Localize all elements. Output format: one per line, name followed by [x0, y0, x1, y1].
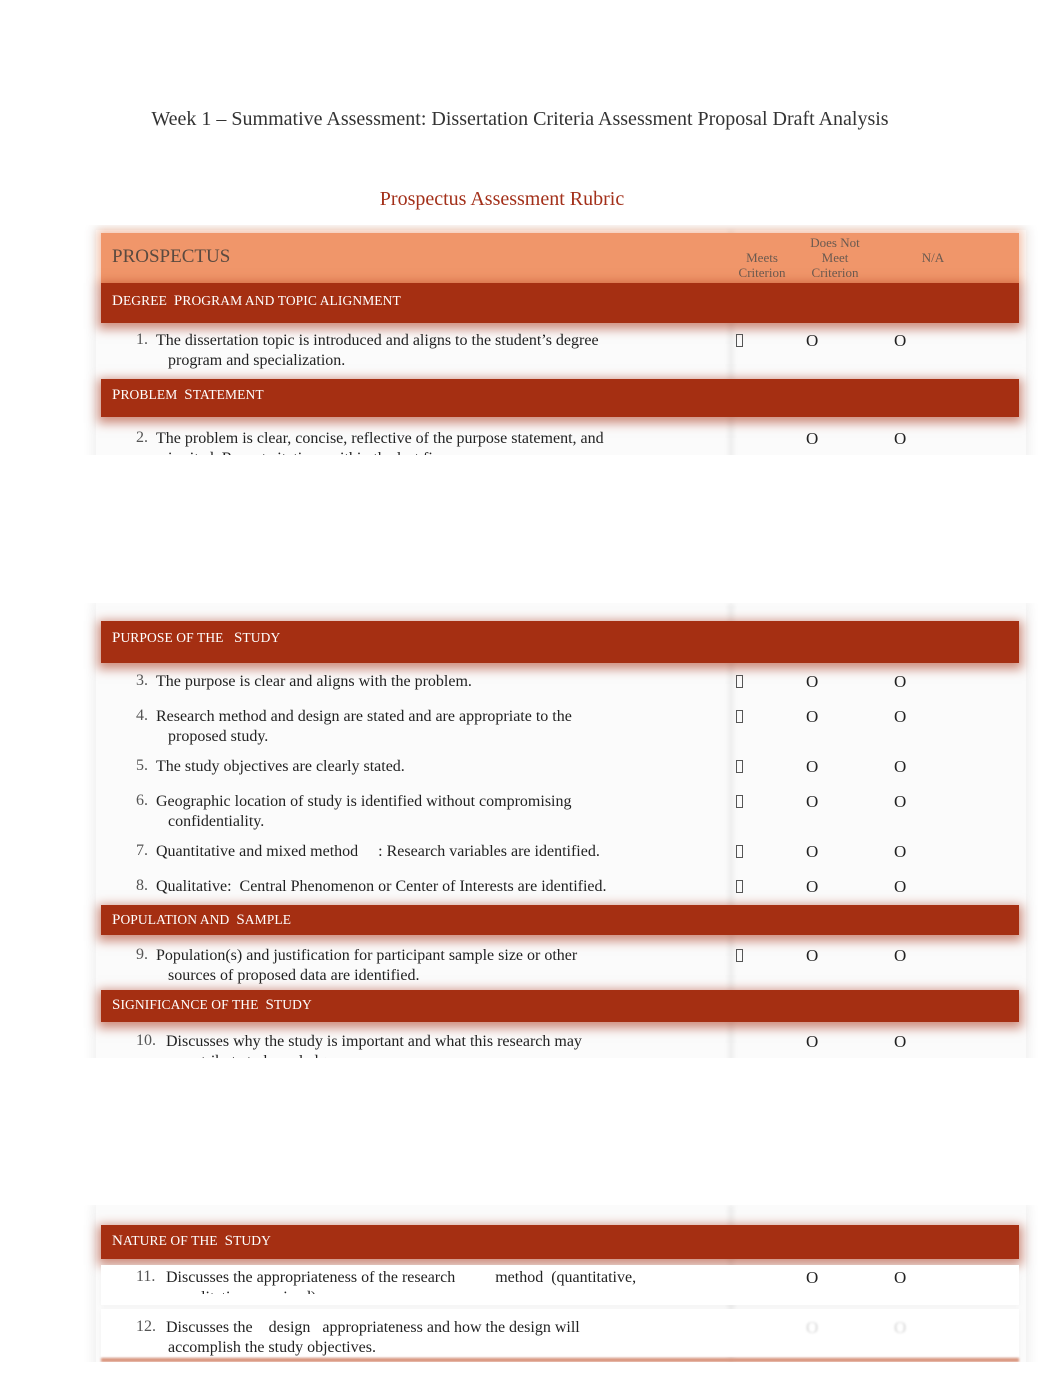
does-not-meet-radio[interactable]: O [806, 429, 818, 449]
does-not-meet-radio[interactable]: O [806, 1318, 818, 1338]
does-not-meet-radio[interactable]: O [806, 946, 818, 966]
item-number: 10. [136, 1032, 156, 1049]
does-not-meet-radio[interactable]: O [806, 792, 818, 812]
meets-checkbox[interactable] [736, 880, 743, 893]
na-radio[interactable]: O [894, 757, 906, 777]
does-not-meet-radio[interactable]: O [806, 842, 818, 862]
section-label: PURPOSE OF THE STUDY [112, 630, 281, 646]
meets-checkbox[interactable] [736, 710, 743, 723]
section-nature-of-study: NATURE OF THE STUDY [101, 1225, 1019, 1259]
item-number: 1. [136, 331, 148, 348]
document-title: Week 1 – Summative Assessment: Dissertat… [151, 108, 889, 130]
item-number: 2. [136, 429, 148, 446]
na-radio[interactable]: O [894, 946, 906, 966]
item-number: 5. [136, 757, 148, 774]
item-text: The study objectives are clearly stated. [156, 758, 405, 775]
criterion-row-11: 11. Discusses the appropriateness of the… [0, 1268, 1062, 1294]
meets-checkbox[interactable] [736, 949, 743, 962]
item-text: Research method and design are stated an… [156, 708, 572, 745]
header-label: PROSPECTUS [112, 246, 231, 267]
does-not-meet-radio[interactable]: O [806, 1268, 818, 1288]
na-radio[interactable]: O [894, 1268, 906, 1288]
meets-checkbox[interactable] [736, 845, 743, 858]
item-text: Discusses the appropriateness of the res… [166, 1269, 637, 1294]
na-radio[interactable]: O [894, 877, 906, 897]
na-radio[interactable]: O [894, 792, 906, 812]
item-number: 6. [136, 792, 148, 809]
item-text: The dissertation topic is introduced and… [156, 332, 599, 369]
table-slice-2: PURPOSE OF THE STUDY 3. The purpose is c… [0, 603, 1062, 1058]
na-radio[interactable]: O [894, 1318, 906, 1338]
section-label: POPULATION AND SAMPLE [112, 912, 292, 928]
item-number: 4. [136, 707, 148, 724]
does-not-meet-radio[interactable]: O [806, 877, 818, 897]
item-text: The purpose is clear and aligns with the… [156, 673, 472, 690]
section-label: NATURE OF THE STUDY [112, 1233, 271, 1249]
table-slice-3: NATURE OF THE STUDY 11. Discusses the ap… [0, 1205, 1062, 1362]
meets-checkbox[interactable] [736, 334, 743, 347]
section-label: SIGNIFICANCE OF THE STUDY [112, 997, 312, 1013]
column-header-meets: Meets Criterion [731, 250, 793, 280]
section-label: PROBLEM STATEMENT [112, 387, 264, 403]
does-not-meet-radio[interactable]: O [806, 707, 818, 727]
column-header-line: Criterion [811, 265, 859, 280]
column-header-na: N/A [909, 250, 957, 265]
column-header-line: Meet [821, 250, 849, 265]
item-number: 7. [136, 842, 148, 859]
section-population-sample: POPULATION AND SAMPLE [101, 905, 1019, 935]
does-not-meet-radio[interactable]: O [806, 757, 818, 777]
does-not-meet-radio[interactable]: O [806, 672, 818, 692]
item-number: 12. [136, 1318, 156, 1335]
na-radio[interactable]: O [894, 707, 906, 727]
meets-checkbox[interactable] [736, 795, 743, 808]
section-purpose-of-study: PURPOSE OF THE STUDY [101, 621, 1019, 663]
column-header-line: N/A [921, 250, 945, 265]
column-header-line: Does Not [810, 235, 860, 250]
section-problem-statement: PROBLEM STATEMENT [101, 379, 1019, 417]
na-radio[interactable]: O [894, 672, 906, 692]
na-radio[interactable]: O [894, 331, 906, 351]
item-text: Discusses the design appropriateness and… [166, 1319, 580, 1356]
section-row-edge [101, 1358, 1019, 1362]
table-slice-1: PROSPECTUS Meets Criterion Does Not Meet… [0, 225, 1062, 455]
section-label: DEGREE PROGRAM AND TOPIC ALIGNMENT [112, 293, 401, 309]
na-radio[interactable]: O [894, 1032, 906, 1052]
meets-checkbox[interactable] [736, 675, 743, 688]
item-text: Geographic location of study is identifi… [156, 793, 572, 830]
column-header-line: Meets [746, 250, 778, 265]
section-degree-program: DEGREE PROGRAM AND TOPIC ALIGNMENT [101, 283, 1019, 323]
rubric-title: Prospectus Assessment Rubric [379, 188, 625, 210]
item-number: 8. [136, 877, 148, 894]
does-not-meet-radio[interactable]: O [806, 331, 818, 351]
na-radio[interactable]: O [894, 429, 906, 449]
na-radio[interactable]: O [894, 842, 906, 862]
item-text: Quantitative and mixed method : Research… [156, 843, 600, 860]
item-number: 9. [136, 946, 148, 963]
item-text: Qualitative: Central Phenomenon or Cente… [156, 878, 607, 895]
section-significance-of-study: SIGNIFICANCE OF THE STUDY [101, 990, 1019, 1022]
item-text: Population(s) and justification for part… [156, 947, 578, 984]
item-text: The problem is clear, concise, reflectiv… [156, 430, 604, 455]
item-number: 3. [136, 672, 148, 689]
table-header-row: PROSPECTUS Meets Criterion Does Not Meet… [101, 233, 1019, 283]
meets-checkbox[interactable] [736, 760, 743, 773]
item-number: 11. [136, 1268, 156, 1285]
item-text: Discusses why the study is important and… [166, 1033, 582, 1058]
does-not-meet-radio[interactable]: O [806, 1032, 818, 1052]
column-header-line: Criterion [738, 265, 786, 280]
column-header-does-not-meet: Does Not Meet Criterion [801, 235, 869, 280]
